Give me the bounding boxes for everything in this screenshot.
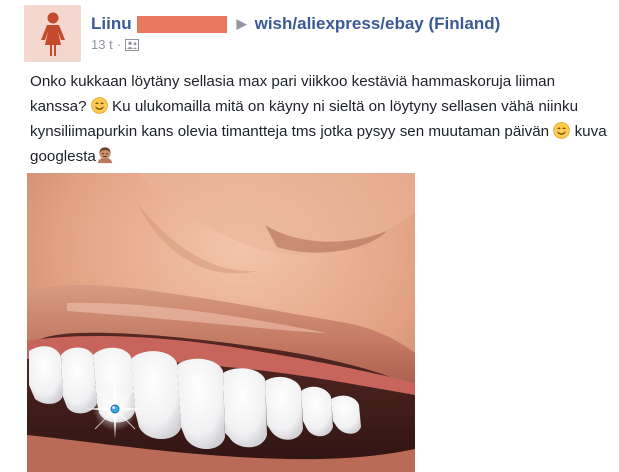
person-gesturing-emoji (97, 147, 113, 164)
female-person-icon (40, 12, 65, 56)
smiling-face-emoji (90, 97, 108, 114)
meta-separator: · (116, 37, 122, 52)
tooth-gem (110, 404, 120, 414)
smiling-face-emoji (553, 122, 571, 139)
post-body: Onko kukkaan löytäny sellasia max pari v… (30, 69, 610, 169)
post-meta: 13 t · (91, 37, 140, 52)
teeth-jewel-photo[interactable] (27, 173, 415, 472)
post-timestamp[interactable]: 13 t (91, 37, 113, 52)
author-name-link[interactable]: Liinu (91, 14, 132, 34)
post-text-part-2: Ku ulukomailla mitä on käyny ni sieltä o… (30, 98, 579, 140)
post-header: Liinu ▶ wish/aliexpress/ebay (Finland) (91, 12, 500, 36)
group-name-link[interactable]: wish/aliexpress/ebay (Finland) (255, 14, 501, 34)
redacted-surname (136, 15, 227, 33)
gem-highlight (112, 406, 115, 409)
author-avatar[interactable] (24, 5, 81, 62)
group-audience-icon[interactable] (125, 38, 140, 51)
arrow-right-icon: ▶ (236, 16, 247, 31)
